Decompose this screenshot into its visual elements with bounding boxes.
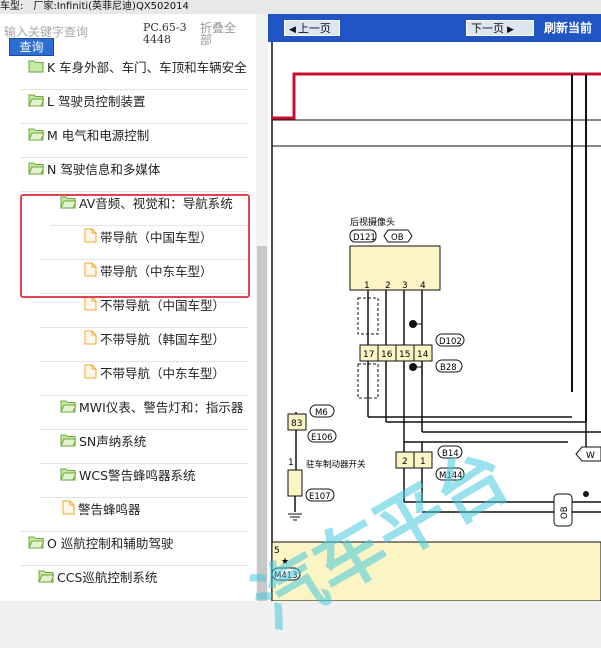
pin-label: 16: [381, 350, 393, 360]
document-icon: [62, 497, 75, 525]
folder-open-icon: [28, 56, 44, 83]
folder-open-icon: [60, 429, 77, 457]
tree-node-n[interactable]: N 驾驶信息和多媒体: [28, 156, 160, 184]
pin-label: 2: [402, 457, 408, 467]
collapse-all-button[interactable]: 折叠全部: [200, 22, 240, 46]
folder-open-icon: [28, 157, 45, 185]
manufacturer-label: 厂家:Infiniti(英菲尼迪)QX502014: [33, 1, 189, 12]
tree-node-warning-buzzer[interactable]: 警告蜂鸣器: [62, 496, 141, 524]
search-area: 查询: [0, 14, 138, 56]
pin-label: 14: [417, 350, 429, 360]
document-icon: [84, 361, 97, 389]
pin-label: 83: [291, 419, 302, 429]
camera-connector: D121: [353, 233, 376, 243]
connector-b28: B28: [440, 363, 457, 373]
connector-m6: M6: [315, 408, 328, 418]
pin-label: 15: [399, 350, 410, 360]
connector-b14: B14: [442, 449, 459, 459]
diagram-viewer: ◀ 上一页 下一页 ▶ 刷新当前 后视摄像头 D121 OB 1 2 3 4 D…: [239, 14, 601, 645]
document-icon: [84, 327, 97, 355]
next-page-button[interactable]: 下一页 ▶: [466, 20, 534, 36]
title-bar: 车型: 厂家:Infiniti(英菲尼迪)QX502014: [0, 0, 601, 14]
tree-node-mwi[interactable]: MWI仪表、警告灯和：指示器: [60, 394, 243, 422]
refresh-button[interactable]: 刷新当前: [544, 19, 592, 37]
pin-label: 1: [288, 458, 294, 468]
viewer-toolbar: ◀ 上一页 下一页 ▶ 刷新当前: [268, 14, 601, 42]
navigation-panel: 查询 PC.65-34448 折叠全部 K 车身外部、车门、车顶和车辆安全 L …: [0, 14, 268, 601]
splice-point: [583, 491, 589, 497]
folder-open-icon: [28, 531, 45, 559]
camera-ob-label: OB: [391, 233, 404, 243]
switch-label: 驻车制动器开关: [306, 459, 366, 470]
tree-node-k[interactable]: K 车身外部、车门、车顶和车辆安全: [28, 56, 247, 82]
wiring-diagram: 后视摄像头 D121 OB 1 2 3 4 D102 17 16 15 14 B…: [271, 42, 601, 601]
connector-m413: M413: [274, 571, 298, 581]
arrow-left-icon: ◀: [289, 25, 296, 35]
folder-open-icon: [60, 395, 77, 423]
arrow-right-icon: ▶: [507, 25, 514, 35]
tree-node-wcs[interactable]: WCS警告蜂鸣器系统: [60, 462, 196, 490]
control-module-box: [271, 541, 601, 601]
diagram-canvas: [272, 42, 601, 601]
tree-node-ccs[interactable]: CCS巡航控制系统: [38, 564, 157, 592]
category-tree: K 车身外部、车门、车顶和车辆安全 L 驾驶员控制装置 M 电气和电源控制 N …: [0, 56, 256, 601]
camera-title: 后视摄像头: [350, 216, 395, 228]
connector-d102: D102: [439, 337, 462, 347]
connector-m144: M144: [439, 471, 463, 481]
pin-label: 3: [402, 281, 408, 291]
connector-e106: E106: [311, 433, 333, 443]
tree-node-l[interactable]: L 驾驶员控制装置: [28, 88, 145, 116]
pin-label: 17: [363, 350, 374, 360]
folder-open-icon: [28, 123, 45, 151]
document-code: PC.65-34448: [143, 21, 187, 46]
pin-label: 4: [420, 281, 426, 291]
pin-label: 5: [274, 546, 280, 556]
marker-icon: ★: [281, 557, 289, 567]
query-button[interactable]: 查询: [9, 38, 54, 56]
folder-open-icon: [60, 463, 77, 491]
model-label: 车型:: [0, 1, 24, 12]
prev-page-button[interactable]: ◀ 上一页: [284, 20, 340, 36]
scrollbar-thumb[interactable]: [257, 246, 267, 601]
pin-label: 1: [420, 457, 426, 467]
folder-open-icon: [28, 89, 45, 117]
tree-node-m[interactable]: M 电气和电源控制: [28, 122, 149, 150]
pin-label: 2: [385, 281, 391, 291]
tree-node-no-nav-korea[interactable]: 不带导航（韩国车型）: [84, 326, 225, 354]
selection-highlight: [20, 194, 250, 298]
folder-open-icon: [38, 565, 55, 593]
tree-node-no-nav-middle-east[interactable]: 不带导航（中东车型）: [84, 360, 225, 388]
pin-label: 1: [364, 281, 370, 291]
tree-node-sn[interactable]: SN声纳系统: [60, 428, 146, 456]
ob-tag-label: OB: [560, 506, 570, 519]
parking-brake-switch: [287, 469, 303, 497]
connector-e107: E107: [309, 492, 331, 502]
tree-node-o[interactable]: O 巡航控制和辅助驾驶: [28, 530, 173, 558]
w-tag-label: W: [586, 451, 595, 461]
